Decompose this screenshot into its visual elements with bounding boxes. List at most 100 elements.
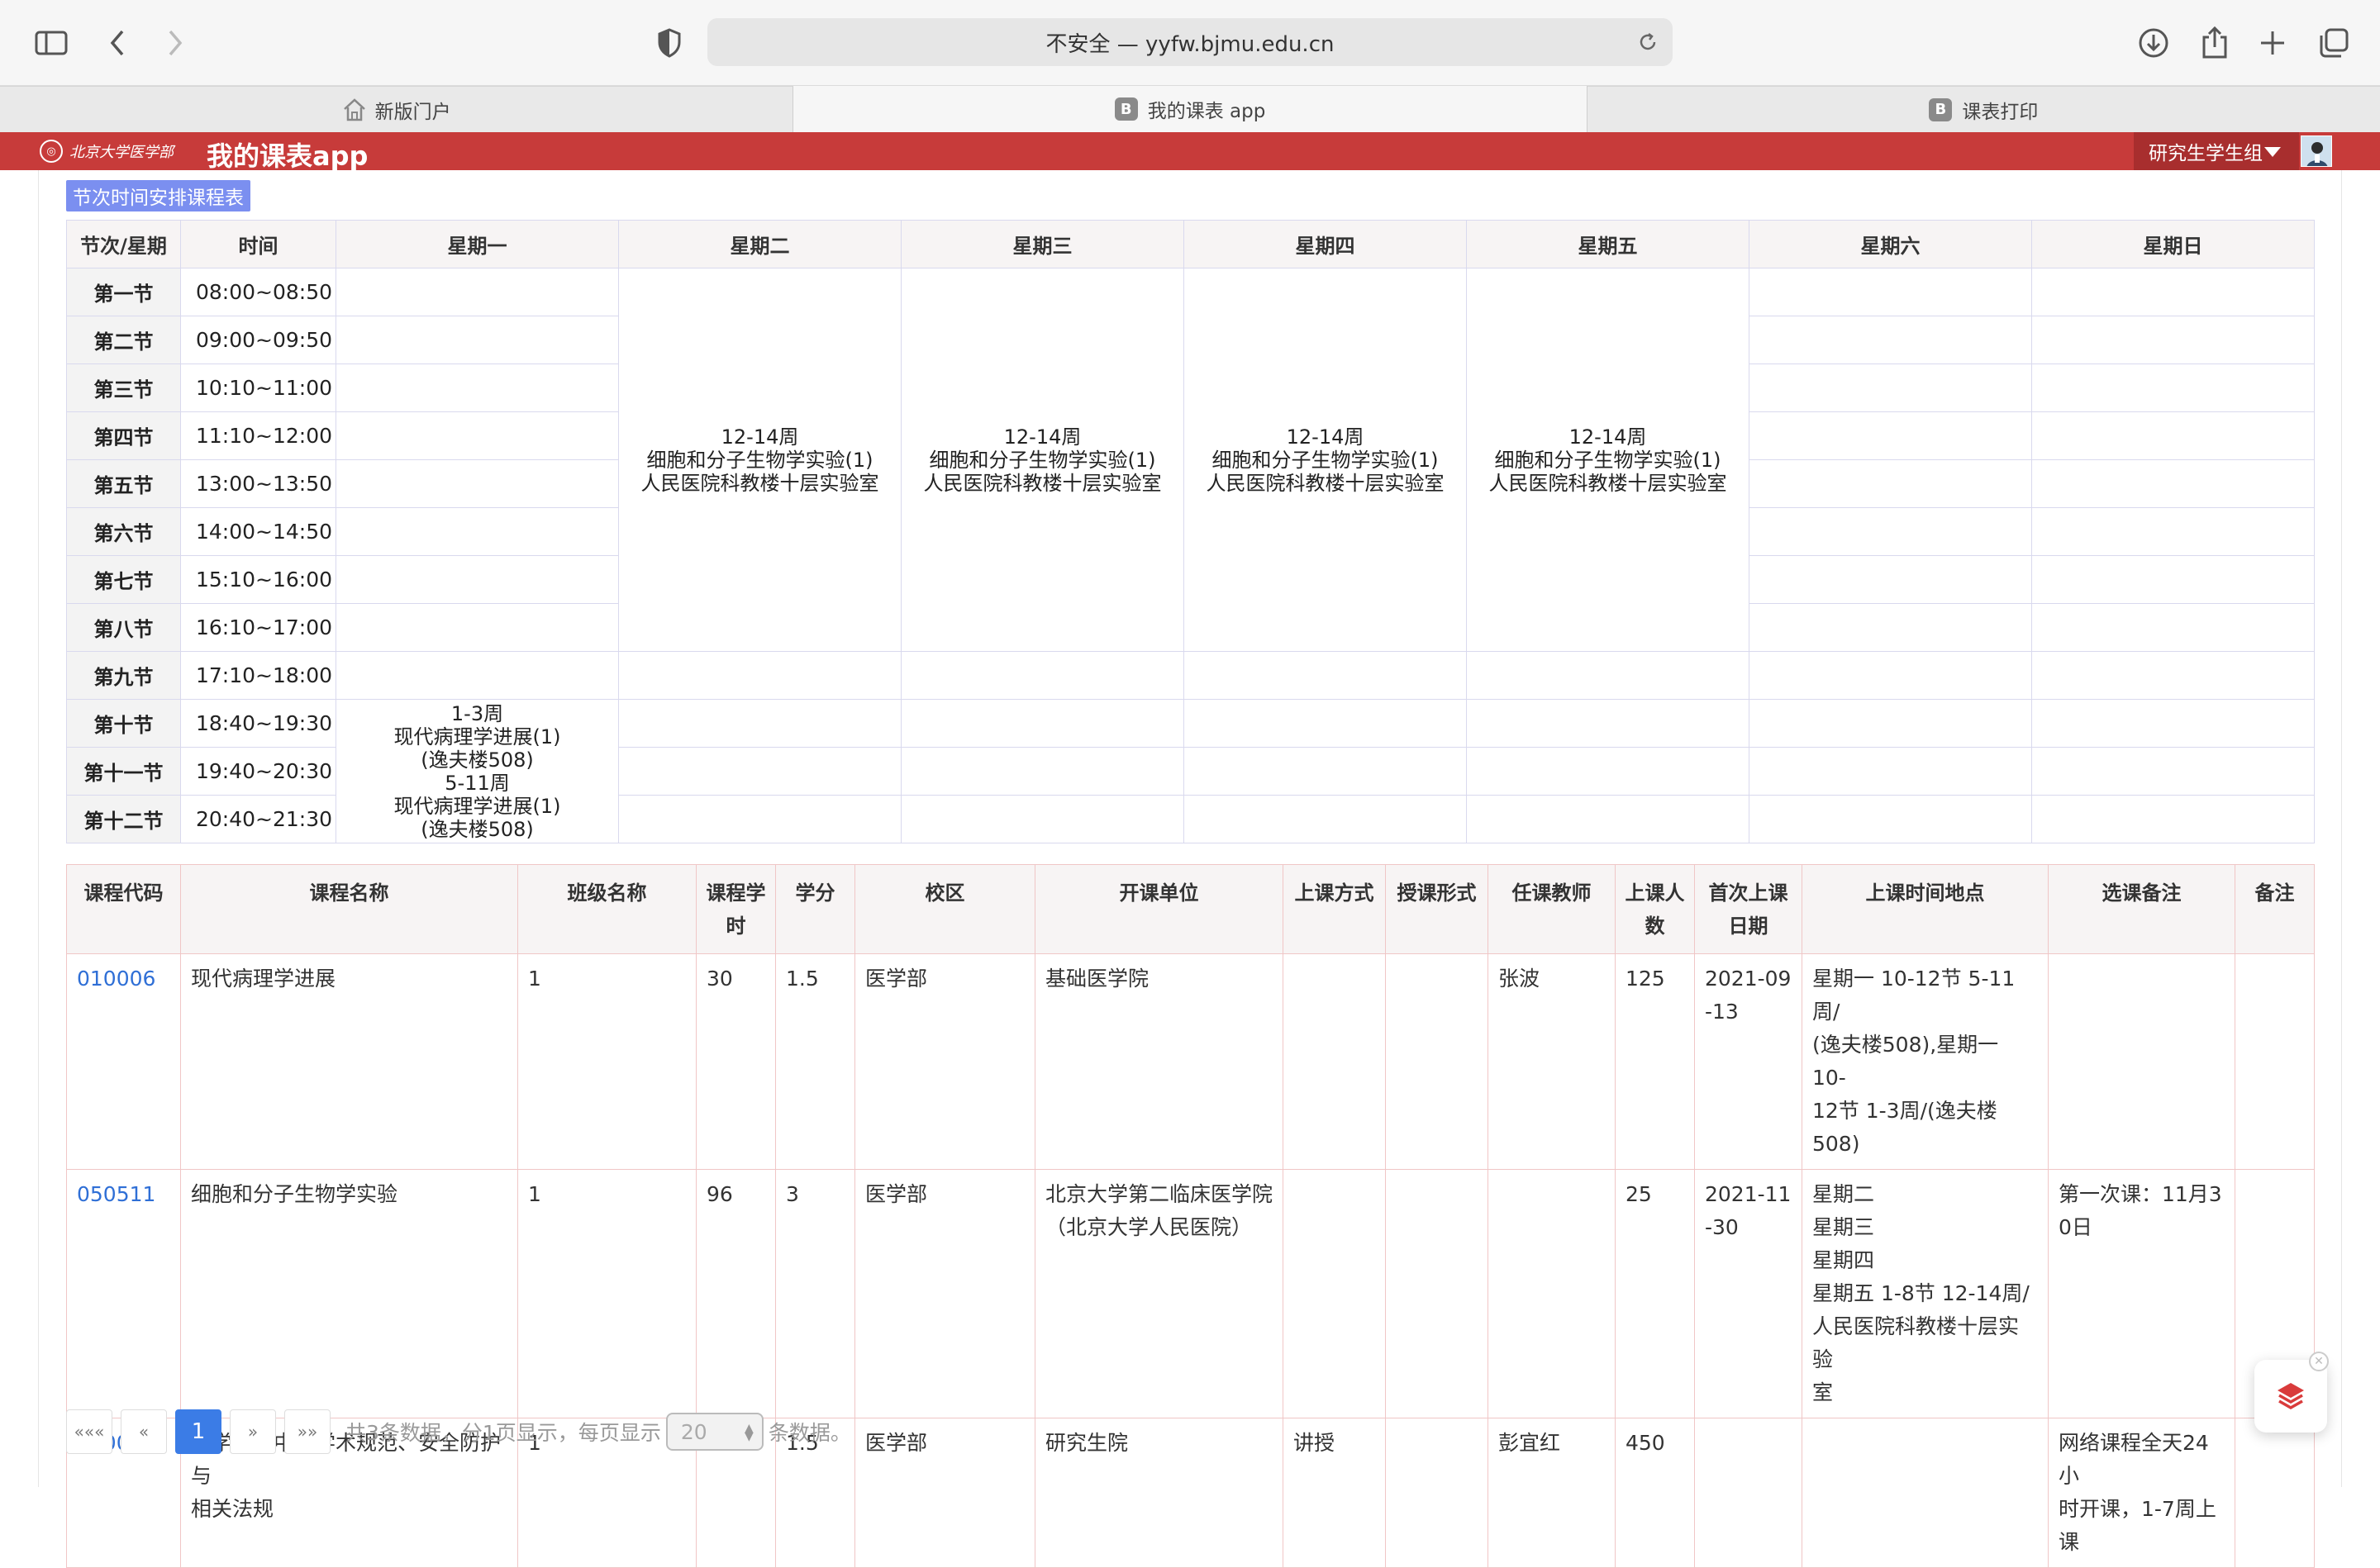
table-row: 050511 细胞和分子生物学实验 1 96 3 医学部 北京大学第二临床医学院… bbox=[66, 1169, 2315, 1418]
schedule-cell bbox=[1183, 699, 1467, 748]
tabs-overview-icon[interactable] bbox=[2314, 23, 2354, 63]
campus: 医学部 bbox=[854, 1169, 1035, 1418]
text-line: 星期一 10-12节 5-11周/ bbox=[1812, 967, 2016, 1024]
tab-portal[interactable]: 新版门户 bbox=[0, 86, 794, 132]
date-line: 2021-11 bbox=[1705, 1182, 1792, 1206]
section-label: 节次时间安排课程表 bbox=[66, 180, 250, 211]
course-block-monday-evening[interactable]: 1-3周 现代病理学进展(1) (逸夫楼508) 5-11周 现代病理学进展(1… bbox=[336, 699, 619, 843]
schedule-cell bbox=[2031, 268, 2315, 316]
campus: 医学部 bbox=[854, 953, 1035, 1170]
close-icon[interactable]: ✕ bbox=[2309, 1352, 2329, 1371]
address-bar[interactable]: 不安全 — yyfw.bjmu.edu.cn bbox=[707, 18, 1673, 66]
new-tab-icon[interactable] bbox=[2253, 23, 2292, 63]
col-header-friday: 星期五 bbox=[1466, 220, 1749, 268]
schedule-cell bbox=[2031, 459, 2315, 508]
schedule-cell bbox=[336, 555, 619, 604]
course-header-row: 课程代码 课程名称 班级名称 课程学时 学分 校区 开课单位 上课方式 授课形式… bbox=[66, 864, 2315, 954]
teacher: 彭宜红 bbox=[1488, 1418, 1616, 1568]
col-header-monday: 星期一 bbox=[336, 220, 619, 268]
schedule-cell bbox=[1749, 555, 2032, 604]
period-time: 10:10~11:00 bbox=[180, 363, 336, 412]
col-header-hours: 课程学时 bbox=[696, 864, 776, 954]
tab-my-timetable[interactable]: B 我的课表 app bbox=[793, 86, 1587, 132]
schedule-cell bbox=[2031, 555, 2315, 604]
text-line: （北京大学人民医院） bbox=[1045, 1215, 1253, 1239]
col-header-teacher: 任课教师 bbox=[1488, 864, 1616, 954]
time-place bbox=[1802, 1418, 2049, 1568]
col-header-period: 节次/星期 bbox=[66, 220, 181, 268]
layers-icon bbox=[2273, 1378, 2309, 1414]
sidebar-icon[interactable] bbox=[31, 23, 71, 63]
period-name: 第十一节 bbox=[66, 747, 181, 796]
schedule-cell bbox=[1749, 651, 2032, 700]
course-name: 现代病理学进展 bbox=[180, 953, 518, 1170]
col-header-class: 班级名称 bbox=[517, 864, 697, 954]
period-time: 20:40~21:30 bbox=[180, 795, 336, 843]
schedule-cell bbox=[1466, 747, 1749, 796]
schedule-cell bbox=[1749, 507, 2032, 556]
first-page-button[interactable]: ««« bbox=[66, 1409, 112, 1454]
teaching-form bbox=[1385, 953, 1488, 1170]
pagination-info: 共3条数据，分1页显示，每页显示 20 ▲ ▼ 条数据。 bbox=[345, 1413, 851, 1451]
schedule-cell bbox=[901, 651, 1184, 700]
course-room: (逸夫楼508) bbox=[421, 817, 534, 841]
course-weeks: 1-3周 bbox=[450, 701, 504, 725]
course-block-wednesday[interactable]: 12-14周 细胞和分子生物学实验(1) 人民医院科教楼十层实验室 bbox=[901, 268, 1184, 652]
schedule-cell bbox=[1749, 363, 2032, 412]
back-icon[interactable] bbox=[98, 23, 137, 63]
page-size-select[interactable]: 20 ▲ ▼ bbox=[665, 1413, 764, 1451]
teaching-method: 讲授 bbox=[1283, 1418, 1386, 1568]
class-name: 1 bbox=[517, 953, 697, 1170]
first-class-date: 2021-11 -30 bbox=[1694, 1169, 1802, 1418]
date-line: 2021-09 bbox=[1705, 967, 1792, 991]
course-block-tuesday[interactable]: 12-14周 细胞和分子生物学实验(1) 人民医院科教楼十层实验室 bbox=[618, 268, 902, 652]
period-name: 第九节 bbox=[66, 651, 181, 700]
schedule-cell bbox=[1466, 699, 1749, 748]
col-header-form: 授课形式 bbox=[1385, 864, 1488, 954]
col-header-count: 上课人数 bbox=[1615, 864, 1695, 954]
reload-icon[interactable] bbox=[1631, 26, 1664, 59]
course-code-link[interactable]: 050511 bbox=[66, 1169, 181, 1418]
course-block-thursday[interactable]: 12-14周 细胞和分子生物学实验(1) 人民医院科教楼十层实验室 bbox=[1183, 268, 1467, 652]
schedule-row: 第九节 17:10~18:00 bbox=[66, 651, 2315, 700]
col-header-time: 时间 bbox=[180, 220, 336, 268]
last-page-button[interactable]: »» bbox=[284, 1409, 331, 1454]
schedule-cell bbox=[2031, 747, 2315, 796]
course-hours: 96 bbox=[696, 1169, 776, 1418]
course-weeks: 5-11周 bbox=[445, 771, 510, 795]
text-line: 人民医院科教楼十层实验 bbox=[1812, 1314, 2020, 1371]
period-time: 08:00~08:50 bbox=[180, 268, 336, 316]
col-header-saturday: 星期六 bbox=[1749, 220, 2032, 268]
pagination: ««« « 1 » »» 共3条数据，分1页显示，每页显示 20 ▲ ▼ 条数据。 bbox=[66, 1409, 851, 1454]
course-code-link[interactable]: 010006 bbox=[66, 953, 181, 1170]
schedule-cell bbox=[2031, 651, 2315, 700]
download-icon[interactable] bbox=[2134, 23, 2173, 63]
course-list-table: 课程代码 课程名称 班级名称 课程学时 学分 校区 开课单位 上课方式 授课形式… bbox=[66, 864, 2315, 1568]
schedule-cell bbox=[1466, 651, 1749, 700]
period-time: 14:00~14:50 bbox=[180, 507, 336, 556]
tab-label: 课表打印 bbox=[1962, 101, 2039, 123]
course-hours: 30 bbox=[696, 953, 776, 1170]
course-credit: 3 bbox=[775, 1169, 855, 1418]
schedule-cell bbox=[901, 795, 1184, 843]
shield-icon[interactable] bbox=[650, 23, 689, 63]
schedule-cell bbox=[901, 699, 1184, 748]
forward-icon[interactable] bbox=[155, 23, 195, 63]
group-select-value: 研究生学生组 bbox=[2149, 143, 2263, 164]
col-header-campus: 校区 bbox=[854, 864, 1035, 954]
next-page-button[interactable]: » bbox=[230, 1409, 276, 1454]
schedule-cell bbox=[618, 747, 902, 796]
course-block-friday[interactable]: 12-14周 细胞和分子生物学实验(1) 人民医院科教楼十层实验室 bbox=[1466, 268, 1749, 652]
group-select[interactable]: 研究生学生组 bbox=[2134, 132, 2299, 170]
page-1-button[interactable]: 1 bbox=[175, 1409, 221, 1454]
selection-note bbox=[2048, 953, 2235, 1170]
avatar[interactable] bbox=[2301, 135, 2332, 167]
prev-page-button[interactable]: « bbox=[121, 1409, 167, 1454]
tab-print-timetable[interactable]: B 课表打印 bbox=[1587, 86, 2380, 132]
col-header-selection-note: 选课备注 bbox=[2048, 864, 2235, 954]
period-name: 第三节 bbox=[66, 363, 181, 412]
course-name: 现代病理学进展(1) bbox=[393, 794, 561, 818]
schedule-cell bbox=[2031, 507, 2315, 556]
period-time: 09:00~09:50 bbox=[180, 316, 336, 364]
share-icon[interactable] bbox=[2195, 23, 2235, 63]
